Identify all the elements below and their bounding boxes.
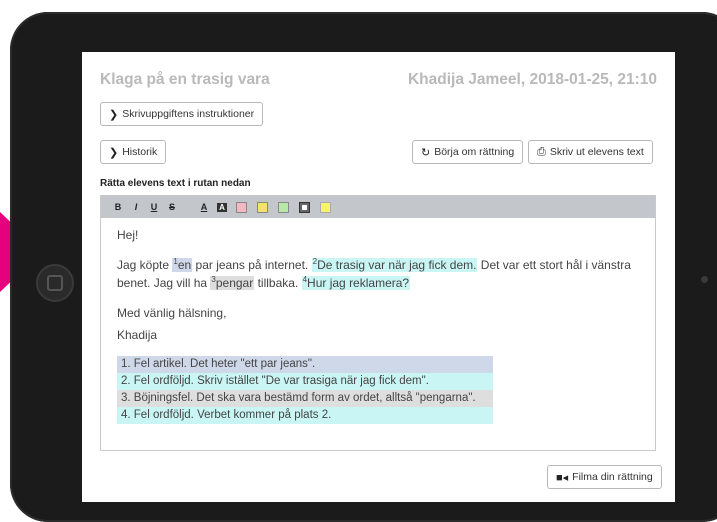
camera-icon (701, 276, 708, 283)
strikethrough-button[interactable]: S (163, 202, 181, 212)
signature: Khadija (117, 328, 158, 342)
mark-3[interactable]: 3pengar (210, 276, 255, 290)
text-color-button[interactable]: A (195, 202, 213, 212)
mark-2[interactable]: 2De trasig var när jag fick dem. (311, 258, 478, 272)
mark-1[interactable]: 1en (172, 258, 193, 272)
film-label: Filma din rättning (572, 471, 653, 483)
greeting: Hej! (117, 228, 139, 242)
tablet-frame: Klaga på en trasig vara Khadija Jameel, … (10, 12, 717, 522)
page-header: Klaga på en trasig vara Khadija Jameel, … (100, 68, 657, 92)
chevron-right-icon: ❯ (109, 146, 119, 159)
highlight-button[interactable] (320, 201, 331, 213)
editor-label: Rätta elevens text i rutan nedan (100, 178, 251, 189)
screen: Klaga på en trasig vara Khadija Jameel, … (82, 52, 675, 502)
printer-icon: ⎙ (537, 145, 546, 158)
editor-content[interactable]: Hej! Jag köpte 1en par jeans på internet… (101, 218, 655, 432)
instructions-label: Skrivuppgiftens instruktioner (122, 108, 255, 120)
bold-button[interactable]: B (109, 202, 127, 212)
print-button[interactable]: ⎙ Skriv ut elevens text (528, 140, 653, 164)
format-block-button[interactable] (299, 201, 310, 213)
home-button[interactable] (36, 264, 74, 302)
history-button[interactable]: ❯ Historik (100, 140, 167, 164)
correction-notes: 1. Fel artikel. Det heter "ett par jeans… (117, 356, 493, 424)
mark-4[interactable]: 4Hur jag reklamera? (301, 276, 411, 290)
instructions-button[interactable]: ❯ Skrivuppgiftens instruktioner (100, 102, 264, 126)
editor-toolbar: B I U S A A (101, 196, 655, 218)
note-item: 4. Fel ordföljd. Verbet kommer på plats … (117, 407, 493, 424)
video-camera-icon: ■◂ (556, 471, 569, 484)
history-label: Historik (122, 146, 158, 158)
text-editor[interactable]: B I U S A A Hej! Jag köpte 1en par jeans… (100, 195, 656, 451)
refresh-icon: ↻ (421, 146, 431, 159)
note-item: 1. Fel artikel. Det heter "ett par jeans… (117, 356, 493, 373)
highlight-yellow-button[interactable] (257, 201, 268, 213)
note-item: 2. Fel ordföljd. Skriv istället "De var … (117, 373, 493, 390)
note-item: 3. Böjningsfel. Det ska vara bestämd for… (117, 390, 493, 407)
restart-label: Börja om rättning (434, 146, 515, 158)
print-label: Skriv ut elevens text (549, 146, 644, 158)
restart-button[interactable]: ↻ Börja om rättning (412, 140, 524, 164)
closing-line: Med vänlig hälsning, (117, 306, 227, 320)
highlight-green-button[interactable] (278, 201, 289, 213)
home-square-icon (47, 275, 63, 291)
author-meta: Khadija Jameel, 2018-01-25, 21:10 (407, 71, 657, 88)
chevron-right-icon: ❯ (109, 108, 119, 121)
bg-color-button[interactable]: A (217, 202, 227, 212)
film-button[interactable]: ■◂ Filma din rättning (547, 465, 662, 489)
highlight-pink-button[interactable] (236, 201, 247, 213)
body-paragraph: Jag köpte 1en par jeans på internet. 2De… (117, 257, 631, 290)
page-title: Klaga på en trasig vara (100, 71, 270, 88)
underline-button[interactable]: U (145, 202, 163, 212)
italic-button[interactable]: I (127, 202, 145, 212)
